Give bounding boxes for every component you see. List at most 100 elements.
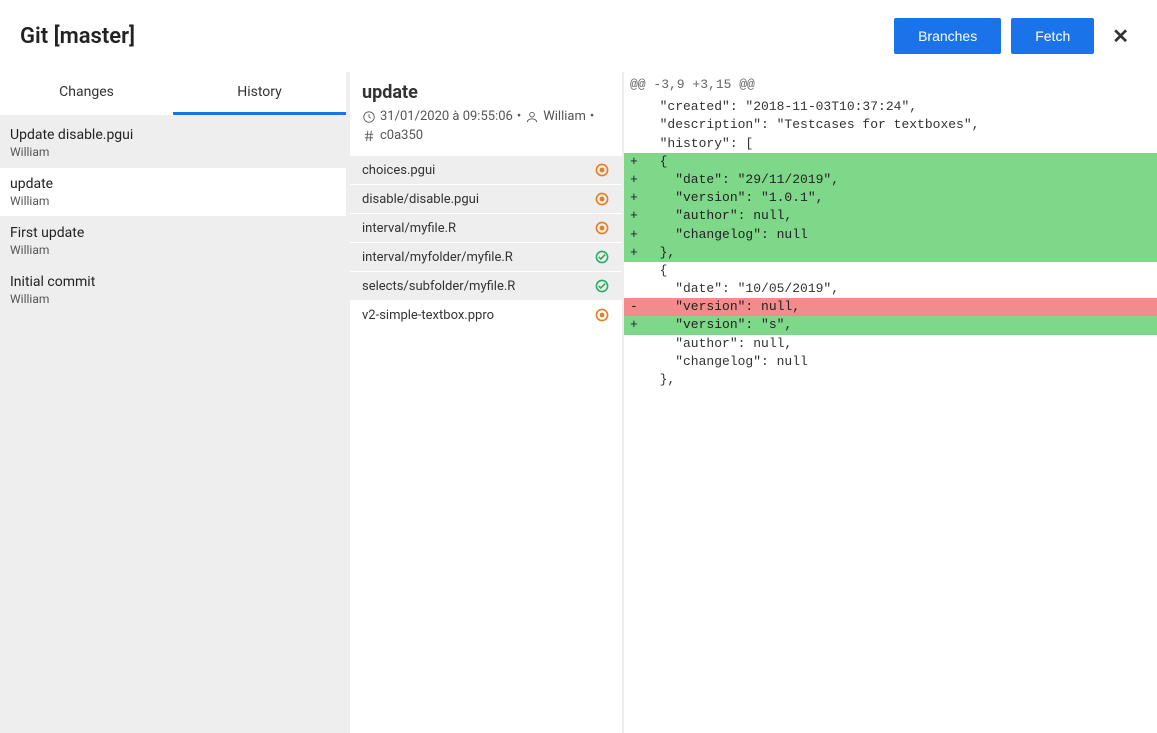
header-bar: Git [master] Branches Fetch ✕ [0,0,1157,72]
diff-line: + "author": null, [624,207,1157,225]
status-modified-icon [594,191,610,207]
diff-text: "description": "Testcases for textboxes"… [644,117,979,132]
commit-meta: 31/01/2020 à 09:55:06 • William • c0a350 [362,109,610,143]
hash-icon [362,129,376,143]
commit-item-title: Initial commit [10,274,336,290]
diff-line: - "version": null, [624,298,1157,316]
diff-text: "version": "s", [644,317,792,332]
commit-hash: c0a350 [380,128,423,143]
diff-sign [630,98,644,116]
diff-sign [630,280,644,298]
clock-icon [362,110,376,124]
status-modified-icon [594,220,610,236]
commit-title: update [362,82,610,103]
user-icon [525,110,539,124]
commit-item[interactable]: update William [0,168,346,216]
diff-text: "version": null, [644,299,800,314]
main-body: Changes History Update disable.pgui Willi… [0,72,1157,733]
file-row[interactable]: disable/disable.pgui [350,184,622,213]
diff-text: "changelog": null [644,227,808,242]
diff-sign: - [630,298,644,316]
diff-text: }, [644,245,675,260]
file-row[interactable]: choices.pgui [350,155,622,184]
close-icon[interactable]: ✕ [1104,24,1137,48]
file-row[interactable]: interval/myfile.R [350,213,622,242]
diff-line: + "date": "29/11/2019", [624,171,1157,189]
file-name: interval/myfolder/myfile.R [362,250,513,265]
commit-item-author: William [10,145,336,159]
diff-text: { [644,263,667,278]
file-name: v2-simple-textbox.ppro [362,308,494,323]
diff-line: "author": null, [624,335,1157,353]
file-list: choices.pgui disable/disable.pgui interval… [350,155,622,329]
diff-text: "author": null, [644,336,792,351]
tab-changes[interactable]: Changes [0,72,173,115]
diff-sign [630,262,644,280]
diff-text: { [644,154,667,169]
diff-sign [630,116,644,134]
diff-sign [630,335,644,353]
diff-line: "history": [ [624,135,1157,153]
commit-item-title: First update [10,225,336,241]
fetch-button[interactable]: Fetch [1011,18,1094,54]
commit-datetime: 31/01/2020 à 09:55:06 [380,109,513,124]
diff-sign [630,135,644,153]
commit-item-title: Update disable.pgui [10,127,336,143]
commit-item[interactable]: Update disable.pgui William [0,119,346,167]
status-modified-icon [594,307,610,323]
diff-line: "description": "Testcases for textboxes"… [624,116,1157,134]
diff-hunk-header: @@ -3,9 +3,15 @@ [624,72,1157,98]
tabs-bar: Changes History [0,72,346,115]
diff-sign: + [630,207,644,225]
diff-line: { [624,262,1157,280]
file-row[interactable]: selects/subfolder/myfile.R [350,271,622,300]
file-row[interactable]: v2-simple-textbox.ppro [350,300,622,329]
commit-list: Update disable.pguiWilliamupdateWilliamF… [0,119,346,314]
status-added-icon [594,249,610,265]
diff-text: "changelog": null [644,354,808,369]
diff-text: "author": null, [644,208,792,223]
commit-item-title: update [10,176,336,192]
file-name: selects/subfolder/myfile.R [362,279,515,294]
diff-sign: + [630,244,644,262]
diff-sign: + [630,171,644,189]
branches-button[interactable]: Branches [894,18,1001,54]
commit-item[interactable]: First update William [0,217,346,265]
diff-sign: + [630,189,644,207]
status-added-icon [594,278,610,294]
diff-line: + }, [624,244,1157,262]
diff-line: + { [624,153,1157,171]
diff-view[interactable]: @@ -3,9 +3,15 @@ "created": "2018-11-03T… [624,72,1157,733]
file-name: choices.pgui [362,163,435,178]
diff-line: "changelog": null [624,353,1157,371]
diff-text: }, [644,372,675,387]
file-name: disable/disable.pgui [362,192,479,207]
diff-text: "date": "10/05/2019", [644,281,839,296]
diff-text: "version": "1.0.1", [644,190,823,205]
tab-history[interactable]: History [173,72,346,115]
meta-sep: • [517,109,521,124]
file-row[interactable]: interval/myfolder/myfile.R [350,242,622,271]
commit-item-author: William [10,292,336,306]
diff-text: "history": [ [644,136,753,151]
diff-line: + "version": "1.0.1", [624,189,1157,207]
meta-sep: • [590,109,594,124]
commit-author: William [543,109,586,124]
page-title: Git [master] [20,24,135,49]
commit-detail-pane: update 31/01/2020 à 09:55:06 • William •… [350,72,622,733]
commit-item-author: William [10,194,336,208]
commit-item-author: William [10,243,336,257]
diff-sign [630,371,644,389]
commit-item[interactable]: Initial commit William [0,266,346,314]
left-pane: Changes History Update disable.pgui Willi… [0,72,346,733]
file-name: interval/myfile.R [362,221,456,236]
commit-header: update 31/01/2020 à 09:55:06 • William •… [350,72,622,155]
diff-sign: + [630,226,644,244]
status-modified-icon [594,162,610,178]
diff-line: "date": "10/05/2019", [624,280,1157,298]
diff-line: + "changelog": null [624,226,1157,244]
diff-line: }, [624,371,1157,389]
header-actions: Branches Fetch ✕ [894,18,1137,54]
diff-sign: + [630,153,644,171]
diff-text: "created": "2018-11-03T10:37:24", [644,99,917,114]
